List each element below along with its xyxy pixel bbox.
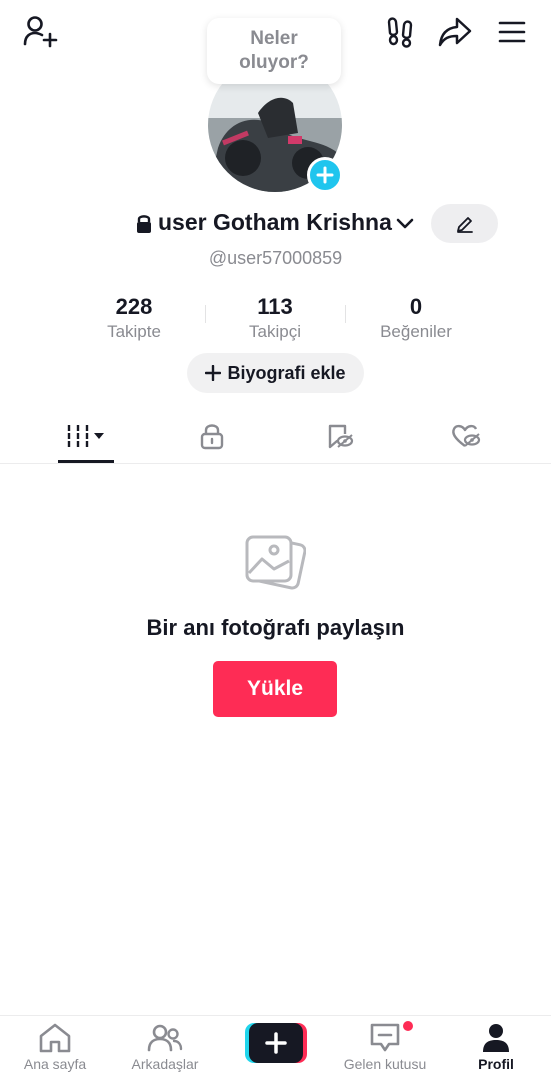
plus-icon [316,166,334,184]
pencil-icon [456,216,473,233]
stat-followers-value: 113 [257,294,293,319]
nav-home-label: Ana sayfa [23,1056,87,1072]
home-icon [37,1022,73,1054]
plus-icon [205,365,222,381]
stat-likes-value: 0 [409,294,423,319]
whats-happening-tooltip[interactable]: Neler oluyor? [207,18,341,84]
account-switch-chevron[interactable] [394,214,416,234]
private-lock-icon [135,213,153,235]
empty-state-message: Bir anı fotoğrafı paylaşın [146,615,405,640]
stat-following[interactable]: 228 Takipte [64,293,204,343]
stat-followers[interactable]: 113 Takipçi [205,293,345,343]
add-friend-button[interactable] [18,12,62,52]
footprints-icon [387,17,413,48]
nav-friends[interactable]: Arkadaşlar [110,1022,220,1078]
inbox-notification-badge [403,1021,413,1031]
friends-icon [147,1022,183,1054]
create-button[interactable] [245,1023,307,1063]
lock-icon [200,424,224,450]
photo-icon [244,533,307,597]
nav-home[interactable]: Ana sayfa [0,1022,110,1078]
share-button[interactable] [434,12,476,52]
menu-button[interactable] [492,12,532,52]
tab-liked[interactable] [411,412,521,460]
nav-profile[interactable]: Profil [441,1022,551,1078]
repost-icon [328,424,354,449]
add-user-icon [23,16,58,48]
tab-videos[interactable] [31,412,141,460]
hamburger-menu-icon [498,21,526,43]
stat-following-label: Takipte [107,322,161,341]
tab-private[interactable] [157,412,267,460]
nav-inbox[interactable]: Gelen kutusu [330,1022,440,1078]
tab-divider [0,463,551,464]
stat-likes-label: Beğeniler [380,322,452,341]
edit-profile-button[interactable] [431,204,498,243]
tooltip-line-2: oluyor? [239,52,309,73]
tooltip-line-1: Neler [250,28,298,49]
tab-reposts[interactable] [285,412,395,460]
username-handle: @user57000859 [208,248,343,268]
grid-icon [67,425,104,447]
share-arrow-icon [438,17,472,47]
chevron-down-icon [396,218,414,229]
profile-icon [478,1022,514,1054]
display-name[interactable]: user Gotham Krishna [158,209,392,236]
nav-inbox-label: Gelen kutusu [343,1056,427,1072]
profile-views-button[interactable] [380,12,420,52]
nav-profile-label: Profil [478,1056,514,1072]
add-bio-label: Biyografi ekle [227,362,346,383]
stat-likes[interactable]: 0 Beğeniler [346,293,486,343]
stat-following-value: 228 [115,294,153,319]
liked-hidden-icon [452,424,481,447]
upload-button[interactable]: Yükle [213,661,337,717]
add-bio-button[interactable]: Biyografi ekle [187,353,364,393]
create-icon [245,1023,307,1063]
nav-friends-label: Arkadaşlar [131,1056,199,1072]
add-story-button[interactable] [307,157,343,193]
inbox-icon [367,1022,403,1054]
stat-followers-label: Takipçi [249,322,301,341]
